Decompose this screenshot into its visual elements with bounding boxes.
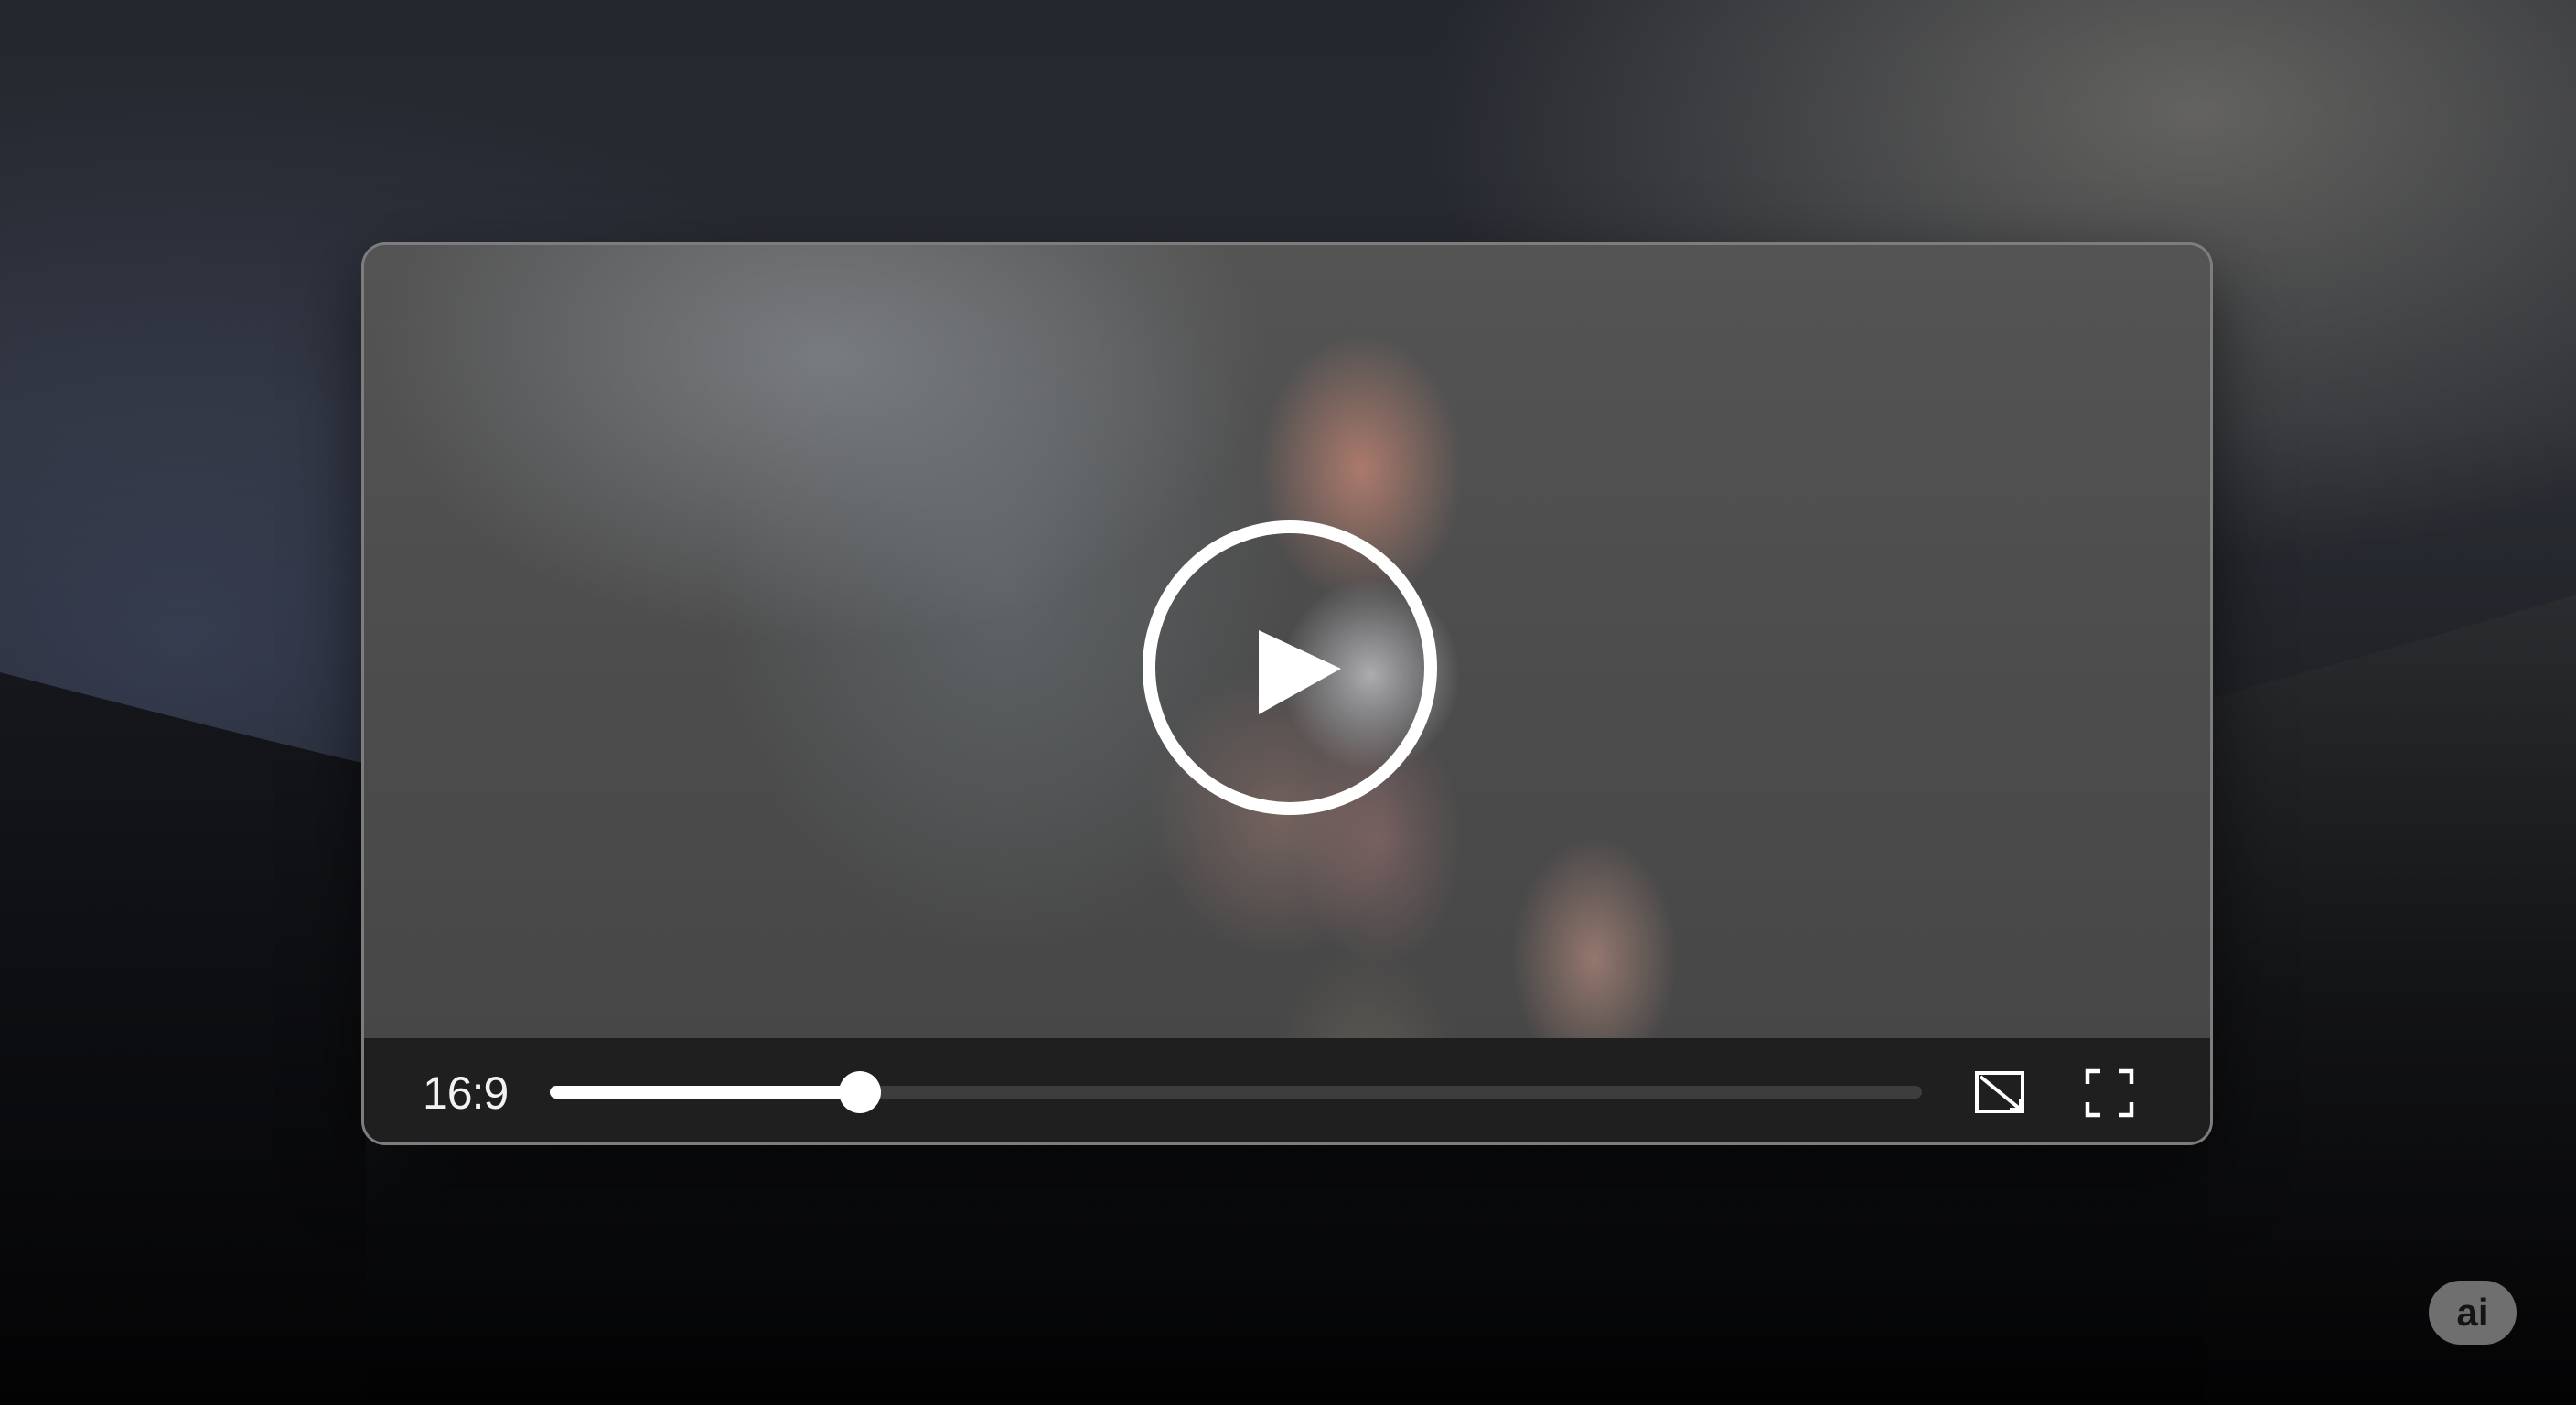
progress-fill [550, 1086, 860, 1099]
progress-thumb[interactable] [839, 1071, 881, 1113]
video-player-page: 16:9 ai [0, 0, 2576, 1405]
video-player: 16:9 [361, 242, 2213, 1145]
progress-bar[interactable] [550, 1038, 1922, 1142]
play-button[interactable] [1143, 520, 1437, 815]
fullscreen-icon [2085, 1068, 2134, 1118]
picture-in-picture-icon [1975, 1071, 2024, 1113]
fullscreen-button[interactable] [2080, 1064, 2139, 1122]
aspect-ratio-label: 16:9 [423, 1067, 509, 1119]
picture-in-picture-button[interactable] [1971, 1064, 2030, 1122]
play-icon [1259, 630, 1341, 714]
ai-badge: ai [2429, 1281, 2517, 1345]
control-bar: 16:9 [364, 1038, 2210, 1142]
